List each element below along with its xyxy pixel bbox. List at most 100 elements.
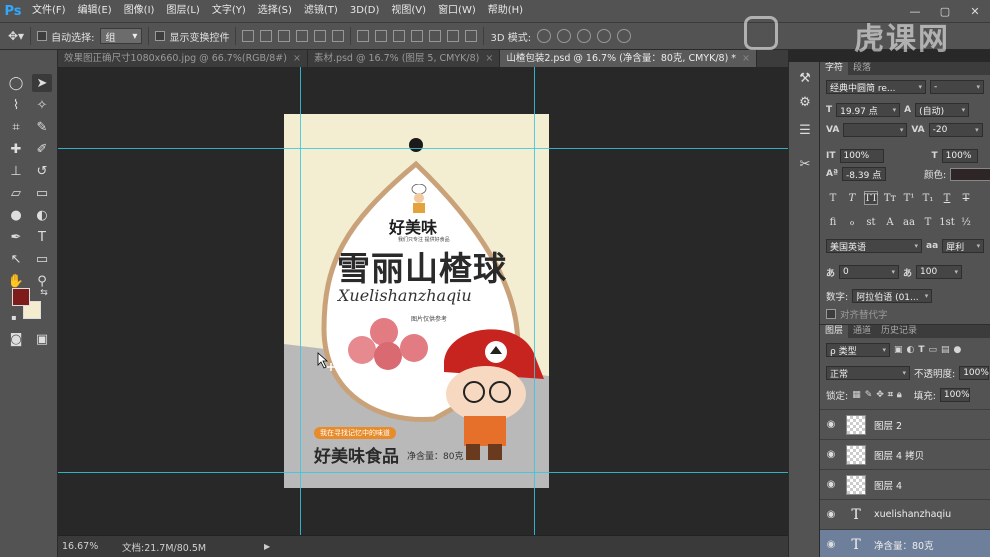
tool-preset-icon[interactable]: ⚙	[797, 94, 813, 110]
blur-tool-icon[interactable]: ●	[6, 206, 26, 224]
menu-3d[interactable]: 3D(D)	[344, 0, 386, 22]
layer-row-selected[interactable]: ◉ T 净含量：80克	[820, 529, 990, 557]
filter-type-icon[interactable]: T	[918, 345, 924, 355]
filter-pixel-icon[interactable]: ▣	[894, 345, 903, 355]
eye-icon[interactable]: ◉	[820, 449, 842, 460]
tsume-field[interactable]: 0 ▾	[839, 265, 900, 279]
eyedropper-icon[interactable]: ✎	[32, 118, 52, 136]
menu-image[interactable]: 图像(I)	[118, 0, 161, 22]
eye-icon[interactable]: ◉	[820, 419, 842, 430]
layer-filter-select[interactable]: ρ 类型 ▾	[826, 343, 890, 357]
kerning-field[interactable]: ▾	[843, 123, 908, 137]
filter-adjust-icon[interactable]: ◐	[907, 345, 915, 355]
close-icon[interactable]: ×	[742, 53, 750, 64]
faux-bold-button[interactable]: T	[826, 191, 840, 205]
filter-toggle-icon[interactable]: ●	[954, 345, 962, 355]
titling-button[interactable]: T	[921, 215, 935, 229]
close-icon[interactable]: ×	[293, 53, 301, 64]
distribute-top-icon[interactable]	[357, 30, 370, 42]
vertical-scale-field[interactable]: 100%	[839, 149, 884, 163]
rotate-3d-icon[interactable]	[537, 29, 552, 43]
tracking-field[interactable]: -20 ▾	[928, 123, 983, 137]
layer-row[interactable]: ◉ 图层 4	[820, 469, 990, 499]
auto-select-dropdown[interactable]: 组 ▾	[100, 28, 143, 44]
move-tool-icon[interactable]: ➤	[32, 74, 52, 92]
font-family-select[interactable]: 经典中圆简 re... ▾	[826, 80, 926, 94]
menu-file[interactable]: 文件(F)	[26, 0, 72, 22]
digits-select[interactable]: 阿拉伯语 (01... ▾	[852, 289, 933, 303]
menu-filter[interactable]: 滤镜(T)	[298, 0, 344, 22]
faux-italic-button[interactable]: T	[845, 191, 859, 205]
doc-tab[interactable]: 效果图正确尺寸1080x660.jpg @ 66.7%(RGB/8#) ×	[58, 50, 308, 67]
lock-image-icon[interactable]: ✎	[865, 390, 873, 400]
screen-mode-icon[interactable]: ▣	[32, 330, 52, 348]
fractions-button[interactable]: ½	[959, 215, 973, 229]
move-tool-icon[interactable]: ✥▾	[8, 29, 24, 43]
lock-transparent-icon[interactable]: ▦	[852, 390, 861, 400]
align-bottom-icon[interactable]	[278, 30, 291, 42]
lock-all-icon[interactable]: 🔒︎	[897, 390, 902, 400]
crop-tool-icon[interactable]: ⌗	[6, 118, 26, 136]
show-transform-checkbox[interactable]	[155, 31, 166, 41]
underline-button[interactable]: T	[940, 191, 954, 205]
align-right-icon[interactable]	[332, 30, 345, 42]
layer-row[interactable]: ◉ 图层 4 拷贝	[820, 439, 990, 469]
distribute-right-icon[interactable]	[447, 30, 460, 42]
tab-layers[interactable]: 图层	[820, 325, 849, 338]
opacity-field[interactable]: 100%	[959, 366, 990, 380]
subscript-button[interactable]: T₁	[921, 191, 935, 205]
tab-history[interactable]: 历史记录	[876, 325, 922, 338]
auto-select-checkbox[interactable]	[37, 31, 48, 41]
canvas-area[interactable]: 好美味 我们只专注 提供好食品 雪丽山楂球 Xuelishanzhaqiu 图片…	[58, 67, 788, 535]
eye-icon[interactable]: ◉	[820, 479, 842, 490]
foreground-color-swatch[interactable]	[12, 288, 30, 306]
distribute-vcenter-icon[interactable]	[375, 30, 388, 42]
stylistic-alternates-button[interactable]: aa	[902, 215, 916, 229]
brush-tool-icon[interactable]: ✐	[32, 140, 52, 158]
guide-line[interactable]	[58, 148, 788, 149]
roll-3d-icon[interactable]	[557, 29, 572, 43]
slide-3d-icon[interactable]	[597, 29, 612, 43]
play-icon[interactable]: ▶	[264, 542, 270, 551]
blend-mode-select[interactable]: 正常 ▾	[826, 366, 910, 380]
healing-brush-icon[interactable]: ✚	[6, 140, 26, 158]
guide-line[interactable]	[300, 67, 301, 535]
lock-position-icon[interactable]: ✥	[876, 390, 884, 400]
brush-preset-icon[interactable]: ⚒	[797, 70, 813, 86]
stamp-tool-icon[interactable]: ⊥	[6, 162, 26, 180]
history-brush-icon[interactable]: ↺	[32, 162, 52, 180]
menu-select[interactable]: 选择(S)	[252, 0, 298, 22]
filter-shape-icon[interactable]: ▭	[929, 345, 938, 355]
show-transform-option[interactable]: 显示变换控件	[155, 29, 229, 44]
pen-tool-icon[interactable]: ✒	[6, 228, 26, 246]
pan-3d-icon[interactable]	[577, 29, 592, 43]
package-artboard[interactable]: 好美味 我们只专注 提供好食品 雪丽山楂球 Xuelishanzhaqiu 图片…	[284, 114, 549, 488]
marquee-tool-icon[interactable]: ◯	[6, 74, 26, 92]
menu-type[interactable]: 文字(Y)	[206, 0, 252, 22]
swap-colors-icon[interactable]: ⇆	[34, 284, 54, 302]
filter-smart-icon[interactable]: ▤	[941, 345, 950, 355]
leading-field[interactable]: (自动) ▾	[915, 103, 970, 117]
layer-row[interactable]: ◉ T xuelishanzhaqiu	[820, 499, 990, 529]
font-style-select[interactable]: - ▾	[930, 80, 984, 94]
distribute-left-icon[interactable]	[411, 30, 424, 42]
discretionary-ligature-button[interactable]: st	[864, 215, 878, 229]
alt-glyphs-checkbox[interactable]	[826, 309, 836, 319]
baseline-shift-field[interactable]: -8.39 点	[842, 167, 887, 181]
ligature-button[interactable]: fi	[826, 215, 840, 229]
tab-character[interactable]: 字符	[820, 62, 849, 75]
superscript-button[interactable]: T¹	[902, 191, 916, 205]
scale-3d-icon[interactable]	[617, 29, 632, 43]
layer-row[interactable]: ◉ 图层 2	[820, 409, 990, 439]
align-vcenter-icon[interactable]	[260, 30, 273, 42]
text-color-swatch[interactable]	[950, 167, 990, 181]
tab-channels[interactable]: 通道	[848, 325, 876, 338]
guide-line[interactable]	[534, 67, 535, 535]
zoom-level[interactable]: 16.67%	[58, 541, 114, 552]
eraser-tool-icon[interactable]: ▱	[6, 184, 26, 202]
default-colors-icon[interactable]: ▪	[4, 308, 24, 326]
align-hcenter-icon[interactable]	[314, 30, 327, 42]
all-caps-button[interactable]: TT	[864, 191, 878, 205]
navigator-icon[interactable]: ✂	[797, 156, 813, 172]
menu-edit[interactable]: 编辑(E)	[72, 0, 118, 22]
